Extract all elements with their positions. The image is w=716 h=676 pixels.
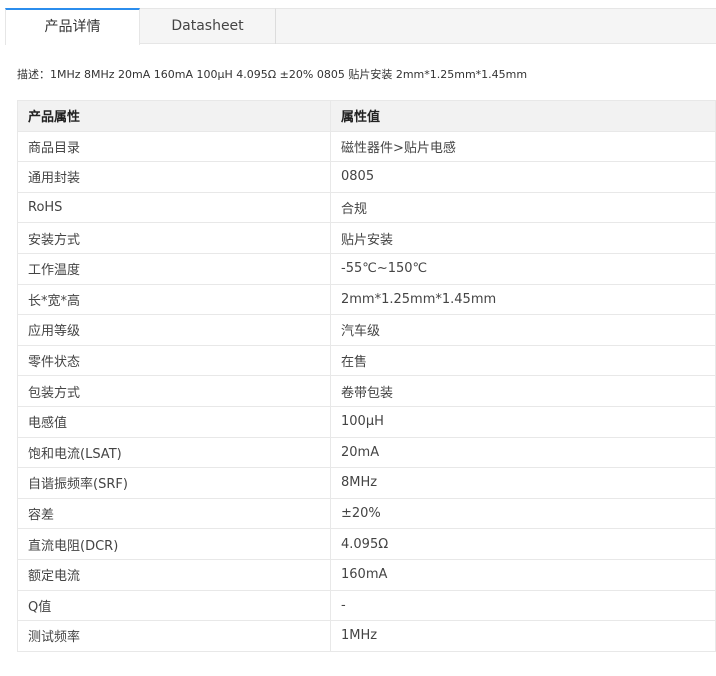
attribute-value-cell: 1MHz <box>330 620 716 652</box>
attribute-name-cell: 容差 <box>17 497 331 530</box>
table-header-row: 产品属性 属性值 <box>17 100 716 132</box>
attribute-value-cell: 在售 <box>330 344 716 377</box>
product-attributes-table: 产品属性 属性值 商品目录 磁性器件>贴片电感 通用封装 0805 RoHS 合规 安装方式… <box>17 100 716 652</box>
attribute-value-cell: 贴片安装 <box>330 222 716 254</box>
attribute-name-cell: 饱和电流(LSAT) <box>17 436 331 469</box>
table-row: 直流电阻(DCR) 4.095Ω <box>17 528 716 560</box>
attribute-name-cell: 零件状态 <box>17 344 331 377</box>
attribute-name-cell: 应用等级 <box>17 314 331 346</box>
attribute-value-cell: 4.095Ω <box>330 528 716 560</box>
attribute-value-cell: 磁性器件>贴片电感 <box>330 130 716 163</box>
attribute-value-cell: 卷带包装 <box>330 375 716 407</box>
tab-bar: 产品详情 Datasheet <box>5 8 716 45</box>
table-row: 电感值 100μH <box>17 405 716 438</box>
table-row: 应用等级 汽车级 <box>17 314 716 346</box>
table-row: 工作温度 -55℃~150℃ <box>17 252 716 285</box>
attribute-name-cell: 额定电流 <box>17 558 331 591</box>
attribute-name-cell: 测试频率 <box>17 620 331 652</box>
attribute-value-cell: 8MHz <box>330 467 716 499</box>
table-row: 测试频率 1MHz <box>17 620 716 652</box>
table-row: Q值 - <box>17 589 716 622</box>
tab-datasheet[interactable]: Datasheet <box>140 8 276 44</box>
table-row: 长*宽*高 2mm*1.25mm*1.45mm <box>17 283 716 316</box>
table-row: 零件状态 在售 <box>17 344 716 377</box>
attribute-name-cell: RoHS <box>17 191 331 224</box>
attribute-name-cell: 直流电阻(DCR) <box>17 528 331 560</box>
attribute-name-cell: 安装方式 <box>17 222 331 254</box>
attribute-name-cell: 长*宽*高 <box>17 283 331 316</box>
column-header-attribute: 产品属性 <box>17 100 331 132</box>
table-row: 包装方式 卷带包装 <box>17 375 716 407</box>
table-row: 自谐振频率(SRF) 8MHz <box>17 467 716 499</box>
attribute-value-cell: ±20% <box>330 497 716 530</box>
column-header-value: 属性值 <box>330 100 716 132</box>
attribute-value-cell: 0805 <box>330 161 716 193</box>
attribute-value-cell: 20mA <box>330 436 716 469</box>
table-row: 安装方式 贴片安装 <box>17 222 716 254</box>
attribute-value-cell: - <box>330 589 716 622</box>
attribute-value-cell: 160mA <box>330 558 716 591</box>
attribute-value-cell: 合规 <box>330 191 716 224</box>
product-description: 描述：1MHz 8MHz 20mA 160mA 100μH 4.095Ω ±20… <box>17 68 528 81</box>
attribute-name-cell: 通用封装 <box>17 161 331 193</box>
attribute-name-cell: 电感值 <box>17 405 331 438</box>
attribute-name-cell: 包装方式 <box>17 375 331 407</box>
attribute-name-cell: 商品目录 <box>17 130 331 163</box>
attribute-value-cell: 汽车级 <box>330 314 716 346</box>
table-row: 额定电流 160mA <box>17 558 716 591</box>
table-row: RoHS 合规 <box>17 191 716 224</box>
tab-product-details[interactable]: 产品详情 <box>5 8 140 45</box>
table-row: 容差 ±20% <box>17 497 716 530</box>
attribute-value-cell: 100μH <box>330 405 716 438</box>
table-row: 通用封装 0805 <box>17 161 716 193</box>
attribute-name-cell: 自谐振频率(SRF) <box>17 467 331 499</box>
table-row: 商品目录 磁性器件>贴片电感 <box>17 130 716 163</box>
attribute-name-cell: Q值 <box>17 589 331 622</box>
attribute-value-cell: -55℃~150℃ <box>330 252 716 285</box>
attribute-name-cell: 工作温度 <box>17 252 331 285</box>
table-row: 饱和电流(LSAT) 20mA <box>17 436 716 469</box>
attribute-value-cell: 2mm*1.25mm*1.45mm <box>330 283 716 316</box>
